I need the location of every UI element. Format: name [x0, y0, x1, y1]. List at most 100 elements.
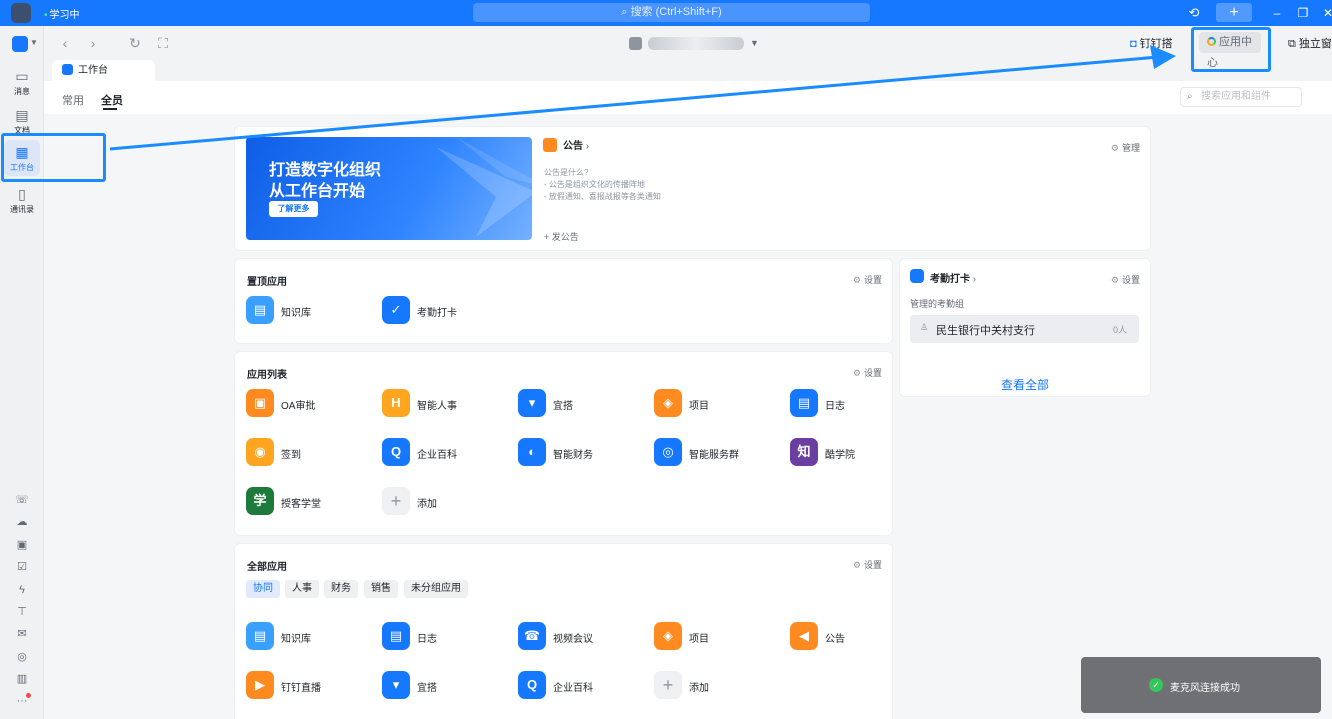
close-icon[interactable]: ✕ — [1321, 5, 1332, 21]
workbench-content: 常用 全员 ⌕ 搜索应用和组件 打造数字化组织 从工作台开始 了解更多 公告 › … — [44, 81, 1332, 719]
chip-hr[interactable]: 人事 — [285, 580, 319, 598]
app-name: 宜搭 — [553, 401, 573, 412]
app-tile[interactable]: ▾ 宜搭 — [518, 389, 648, 419]
flash-icon[interactable]: ϟ — [14, 582, 30, 598]
app-icon: ▤ — [382, 622, 410, 650]
minimize-icon[interactable]: – — [1270, 5, 1284, 21]
rail-label: 消息 — [14, 87, 30, 96]
app-tile[interactable]: ▣ OA审批 — [246, 389, 376, 419]
app-tile[interactable]: ☎ 视频会议 — [518, 622, 648, 652]
app-tile[interactable]: ◉ 签到 — [246, 438, 376, 468]
tab-all-staff[interactable]: 全员 — [101, 92, 123, 108]
promo-banner[interactable]: 打造数字化组织 从工作台开始 了解更多 — [246, 137, 532, 240]
app-tile[interactable]: + 添加 — [654, 671, 784, 701]
app-tile[interactable]: Q 企业百科 — [382, 438, 512, 468]
chevron-right-icon: › — [972, 274, 977, 285]
app-name: 项目 — [689, 401, 709, 412]
user-avatar[interactable] — [11, 3, 31, 23]
org-switch-icon[interactable] — [12, 36, 28, 52]
restore-icon[interactable]: ❐ — [1296, 5, 1310, 21]
app-tile[interactable]: ▾ 宜搭 — [382, 671, 512, 701]
history-icon[interactable]: ⟲ — [1186, 5, 1202, 21]
todo-icon[interactable]: ☑ — [14, 559, 30, 575]
chevron-down-icon: ▼ — [750, 38, 759, 48]
rail-item-messages[interactable]: ▭ 消息 — [4, 68, 40, 97]
search-icon: ⌕ — [1187, 91, 1193, 102]
app-knowledge-base[interactable]: ▤ 知识库 — [246, 296, 376, 326]
tab-workbench[interactable]: 工作台 — [52, 60, 155, 82]
all-apps-card: 全部应用 ⚙ 设置 协同 人事 财务 销售 未分组应用 ▤ 知识库 ▤ 日志 ☎ 视频会议 ◈… — [234, 543, 893, 719]
app-name: 企业百科 — [553, 683, 593, 694]
attendance-title-text: 考勤打卡 — [930, 274, 970, 285]
app-name: 智能人事 — [417, 401, 457, 412]
app-icon: ◈ — [654, 622, 682, 650]
settings-button[interactable]: ⚙ 设置 — [853, 558, 882, 571]
standalone-window-button[interactable]: ⧉ 独立窗口 — [1288, 35, 1332, 51]
message-icon: ▭ — [15, 68, 29, 84]
app-tile[interactable]: ▤ 知识库 — [246, 622, 376, 652]
chip-collaboration[interactable]: 协同 — [246, 580, 280, 598]
ding-icon[interactable]: ◎ — [14, 649, 30, 665]
app-tile[interactable]: 学授客学堂 — [246, 487, 376, 517]
settings-button[interactable]: ⚙ 设置 — [1111, 273, 1140, 286]
chevron-down-icon[interactable]: ▼ — [30, 38, 38, 47]
package-icon[interactable]: ▥ — [14, 671, 30, 687]
title-bar: • 学习中 ⌕ 搜索 (Ctrl+Shift+F) ⟲ + – ❐ ✕ — [0, 0, 1332, 26]
app-attendance[interactable]: ✓ 考勤打卡 — [382, 296, 512, 326]
add-icon: + — [382, 487, 410, 515]
back-icon[interactable]: ‹ — [57, 35, 73, 51]
tab-common[interactable]: 常用 — [62, 92, 84, 108]
banner-announcement-card: 打造数字化组织 从工作台开始 了解更多 公告 › ⚙ 管理 公告是什么? - 公告… — [234, 126, 1151, 251]
app-tile[interactable]: ▤ 日志 — [382, 622, 512, 652]
create-plus-button[interactable]: + — [1216, 3, 1252, 22]
manage-button[interactable]: ⚙ 管理 — [1111, 141, 1140, 154]
app-center-button[interactable]: 应用中心 — [1199, 32, 1261, 69]
chip-finance[interactable]: 财务 — [324, 580, 358, 598]
rail-item-workbench[interactable]: ▦ 工作台 — [4, 140, 40, 176]
app-icon: ▾ — [382, 671, 410, 699]
app-tile[interactable]: ◈ 项目 — [654, 622, 784, 652]
active-tab-underline — [103, 108, 117, 110]
app-tile[interactable]: ◈ 项目 — [654, 389, 784, 419]
announcement-title[interactable]: 公告 › — [563, 137, 589, 152]
attendance-group-row[interactable]: ♙ 民生银行中关村支行 0人 — [910, 315, 1139, 343]
ding-builder-button[interactable]: ◘ 钉钉搭 — [1130, 35, 1173, 51]
post-announcement-button[interactable]: + 发公告 — [544, 230, 579, 243]
app-tile[interactable]: Q 企业百科 — [518, 671, 648, 701]
mail-icon[interactable]: ✉ — [14, 626, 30, 642]
cloud-icon[interactable]: ☁ — [14, 514, 30, 530]
app-icon: Q — [382, 438, 410, 466]
learn-more-button[interactable]: 了解更多 — [269, 201, 318, 217]
view-all-link[interactable]: 查看全部 — [900, 376, 1150, 393]
document-icon: ▤ — [15, 107, 29, 123]
pin-icon[interactable]: ⊤ — [14, 604, 30, 620]
calendar-icon[interactable]: ▣ — [14, 537, 30, 553]
app-search-input[interactable]: ⌕ 搜索应用和组件 — [1180, 87, 1302, 107]
chip-sales[interactable]: 销售 — [364, 580, 398, 598]
global-search-input[interactable]: ⌕ 搜索 (Ctrl+Shift+F) — [473, 3, 870, 22]
app-tile[interactable]: ◎ 智能服务群 — [654, 438, 784, 468]
fullscreen-icon[interactable]: ⛶ — [155, 35, 171, 51]
app-tile[interactable]: + 添加 — [382, 487, 512, 517]
settings-icon: ⚙ — [1110, 275, 1119, 285]
app-icon: Q — [518, 671, 546, 699]
forward-icon[interactable]: › — [85, 35, 101, 51]
group-count: 0人 — [1112, 325, 1127, 335]
workbench-icon — [62, 64, 73, 75]
settings-button[interactable]: ⚙ 设置 — [853, 366, 882, 379]
attendance-title[interactable]: 考勤打卡 › — [930, 270, 976, 285]
rail-item-contacts[interactable]: ▯ 通讯录 — [4, 186, 40, 215]
chip-ungrouped[interactable]: 未分组应用 — [404, 580, 468, 598]
status-indicator[interactable]: • 学习中 — [44, 6, 80, 21]
app-tile[interactable]: ◐ 智能财务 — [518, 438, 648, 468]
refresh-icon[interactable]: ↻ — [127, 35, 143, 51]
app-tile[interactable]: ◀ 公告 — [790, 622, 920, 652]
phone-icon[interactable]: ☏ — [14, 492, 30, 508]
app-tile[interactable]: 知酷学院 — [790, 438, 920, 468]
settings-button[interactable]: ⚙ 设置 — [853, 273, 882, 286]
rail-item-docs[interactable]: ▤ 文档 — [4, 107, 40, 136]
app-tile[interactable]: H 智能人事 — [382, 389, 512, 419]
app-tile[interactable]: ▶ 钉钉直播 — [246, 671, 376, 701]
app-icon: ◎ — [654, 438, 682, 466]
workspace-selector[interactable]: ▼ — [629, 35, 759, 51]
